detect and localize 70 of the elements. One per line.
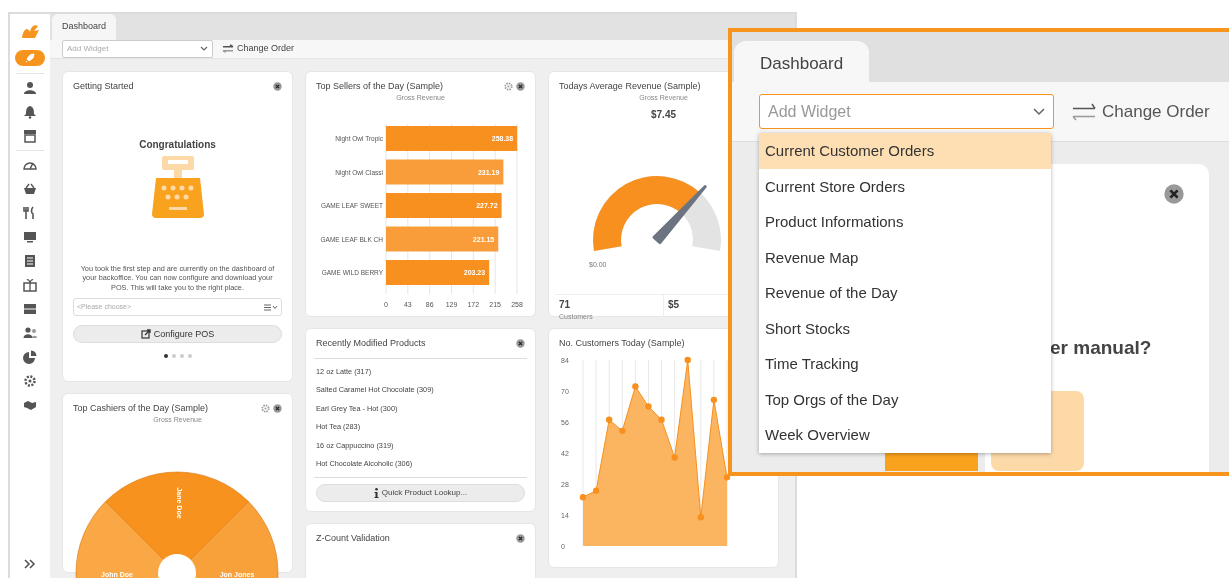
close-icon[interactable] xyxy=(516,338,525,348)
rocket-icon xyxy=(25,53,35,63)
person-icon[interactable] xyxy=(23,81,37,95)
caret-icon xyxy=(1033,107,1045,116)
close-icon[interactable] xyxy=(516,81,525,91)
data-point xyxy=(606,416,613,423)
configure-pos-button[interactable]: Configure POS xyxy=(73,325,282,344)
swap-arrows-icon xyxy=(1072,102,1096,121)
dropdown-option[interactable]: Revenue Map xyxy=(759,239,1051,275)
data-point xyxy=(671,454,678,461)
data-point xyxy=(619,427,626,435)
widget-title: Top Cashiers of the Day (Sample) xyxy=(73,401,209,415)
card-icon[interactable] xyxy=(23,302,37,316)
swap-arrows-icon xyxy=(222,44,234,53)
gauge-value: $7.45 xyxy=(650,107,677,122)
dropdown-option[interactable]: Short Stocks xyxy=(759,310,1051,346)
gauge-needle xyxy=(652,184,707,244)
close-icon[interactable] xyxy=(273,403,282,413)
data-point xyxy=(658,416,665,423)
widget-title: Top Sellers of the Day (Sample) xyxy=(316,79,444,93)
close-icon[interactable] xyxy=(273,81,282,91)
store-icon[interactable] xyxy=(23,129,37,143)
carousel-dot[interactable] xyxy=(171,354,176,359)
monitor-icon[interactable] xyxy=(23,230,37,244)
carousel-dot[interactable] xyxy=(187,354,192,359)
data-point xyxy=(632,383,639,390)
data-point xyxy=(697,514,704,521)
external-link-icon xyxy=(140,329,151,340)
change-order-button[interactable]: Change Order xyxy=(1072,98,1210,125)
document-icon[interactable] xyxy=(23,254,37,268)
widget-title: No. Customers Today (Sample) xyxy=(559,336,685,350)
double-chevron-icon[interactable] xyxy=(24,558,36,570)
data-point xyxy=(645,403,652,410)
dropdown-option[interactable]: Product Informations xyxy=(759,204,1051,240)
dropdown-option[interactable]: Current Store Orders xyxy=(759,168,1051,204)
widget-title: Todays Average Revenue (Sample) xyxy=(559,79,701,93)
change-order-button[interactable]: Change Order xyxy=(222,41,295,56)
tab[interactable]: Dashboard xyxy=(734,40,870,82)
dropdown-option[interactable]: Time Tracking xyxy=(759,346,1051,382)
caret-icon xyxy=(200,45,208,52)
close-icon[interactable] xyxy=(1164,184,1184,204)
stat-value: 71 xyxy=(559,297,572,312)
dropdown-option[interactable]: Revenue of the Day xyxy=(759,275,1051,311)
info-icon xyxy=(373,488,379,499)
gift-icon[interactable] xyxy=(23,278,37,292)
data-point xyxy=(592,487,600,494)
data-point xyxy=(579,494,587,501)
cutlery-icon[interactable] xyxy=(23,206,37,220)
widget-title: Recently Modified Products xyxy=(316,336,426,350)
users-icon[interactable] xyxy=(23,326,37,340)
widget-title: Z-Count Validation xyxy=(316,531,390,545)
list-caret-icon xyxy=(264,303,278,311)
widget-title: Getting Started xyxy=(73,79,134,93)
carousel-dot[interactable] xyxy=(179,354,184,359)
data-point xyxy=(710,396,718,404)
carousel-dot[interactable] xyxy=(163,354,168,359)
basket-icon[interactable] xyxy=(23,182,37,196)
pie-chart-icon[interactable] xyxy=(23,350,37,364)
dropdown-option[interactable]: Top Orgs of the Day xyxy=(759,381,1051,417)
dropdown-option[interactable]: Week Overview xyxy=(759,417,1051,453)
quick-lookup-button[interactable]: Quick Product Lookup... xyxy=(316,484,525,503)
bell-icon[interactable] xyxy=(23,105,37,119)
close-icon[interactable] xyxy=(516,533,525,543)
dropdown-option[interactable]: Current Customer Orders xyxy=(759,133,1051,169)
heading: Congratulations xyxy=(138,138,217,152)
tab[interactable]: Dashboard xyxy=(52,14,117,40)
card-heading: er manual? xyxy=(1050,336,1152,360)
data-point xyxy=(684,356,691,364)
settings-icon[interactable] xyxy=(23,374,37,388)
stat-value: $5 xyxy=(668,297,681,312)
